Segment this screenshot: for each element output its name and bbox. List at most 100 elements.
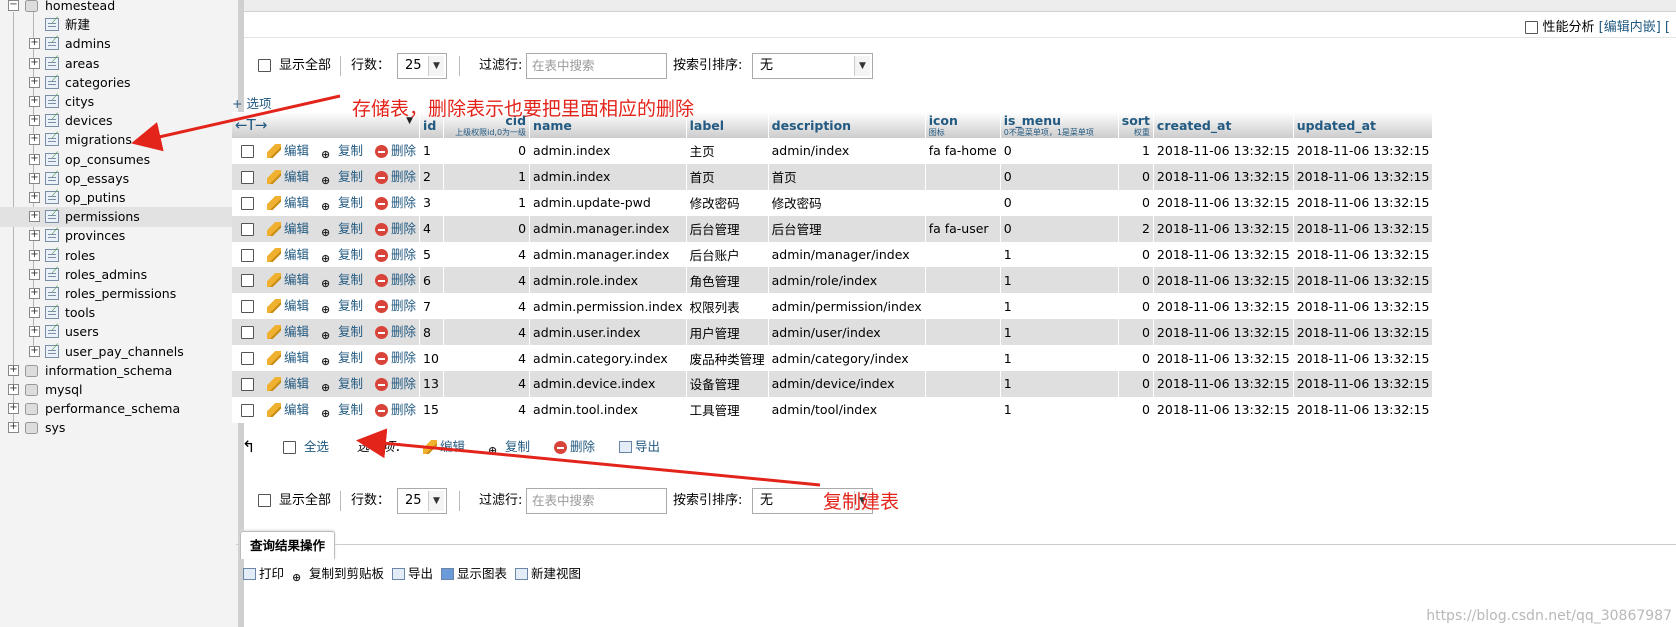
tree-item-categories[interactable]: + ⟋ categories (0, 73, 236, 93)
cell-created-at[interactable]: 2018-11-06 13:32:15 (1153, 371, 1294, 397)
cell-sort[interactable]: 1 (1118, 138, 1154, 164)
expand-icon[interactable]: + (29, 153, 40, 165)
cell-label[interactable]: 废品种类管理 (686, 345, 769, 372)
tree-item-roles-permissions[interactable]: + ⟋ roles_permissions (0, 284, 236, 304)
options-link[interactable]: + 选项 (232, 93, 271, 112)
row-checkbox[interactable] (241, 144, 254, 158)
tree-item-provinces[interactable]: + ⟋ provinces (0, 226, 236, 246)
cell-updated-at[interactable]: 2018-11-06 13:32:15 (1293, 267, 1434, 294)
delete-button[interactable]: 删除 (375, 376, 416, 391)
tree-item-areas[interactable]: + ⟋ areas (0, 54, 236, 74)
cell-name[interactable]: admin.tool.index (529, 396, 687, 423)
cell-icon[interactable] (925, 267, 1001, 294)
cell-name[interactable]: admin.role.index (529, 267, 687, 294)
cell-icon[interactable] (925, 189, 1001, 216)
cell-sort[interactable]: 2 (1118, 215, 1154, 242)
cell-cid[interactable]: 4 (443, 371, 531, 397)
filter-rows-input[interactable]: 在表中搜索 (526, 53, 667, 79)
print-button[interactable]: 打印 (243, 566, 284, 581)
profiling-checkbox[interactable] (1525, 21, 1539, 34)
delete-button[interactable]: 删除 (375, 324, 416, 340)
cell-label[interactable]: 角色管理 (686, 267, 769, 294)
cell-updated-at[interactable]: 2018-11-06 13:32:15 (1293, 138, 1434, 164)
cell-sort[interactable]: 0 (1118, 293, 1154, 320)
cell-sort[interactable]: 0 (1118, 396, 1154, 423)
cell-icon[interactable] (925, 293, 1001, 320)
copy-to-clipboard-button[interactable]: ⊕ 复制到剪贴板 (292, 566, 384, 584)
expand-icon[interactable]: + (29, 134, 40, 146)
cell-updated-at[interactable]: 2018-11-06 13:32:15 (1293, 189, 1434, 216)
expand-icon[interactable]: + (8, 422, 19, 434)
expand-icon[interactable]: + (29, 115, 40, 127)
cell-created-at[interactable]: 2018-11-06 13:32:15 (1153, 345, 1294, 372)
row-checkbox[interactable] (241, 248, 254, 262)
bulk-export-button[interactable]: 导出 (619, 437, 660, 457)
edit-button[interactable]: 编辑 (267, 247, 309, 262)
cell-icon[interactable] (925, 319, 1001, 346)
tree-item-sys[interactable]: + sys (0, 418, 236, 438)
column-header-description[interactable]: description (768, 112, 926, 138)
bulk-edit-button[interactable]: 编辑 (423, 437, 465, 457)
cell-id[interactable]: 6 (419, 267, 445, 294)
tree-item-mysql[interactable]: + mysql (0, 380, 236, 400)
column-header-sort[interactable]: sort 权重 (1118, 112, 1154, 138)
cell-cid[interactable]: 4 (443, 241, 531, 268)
row-checkbox[interactable] (241, 326, 254, 340)
cell-id[interactable]: 4 (419, 215, 445, 242)
tree-item-new[interactable]: ⟋ 新建 (0, 15, 236, 35)
cell-label[interactable]: 用户管理 (686, 319, 769, 346)
cell-updated-at[interactable]: 2018-11-06 13:32:15 (1293, 163, 1434, 190)
cell-updated-at[interactable]: 2018-11-06 13:32:15 (1293, 319, 1434, 346)
cell-updated-at[interactable]: 2018-11-06 13:32:15 (1293, 293, 1434, 320)
cell-label[interactable]: 设备管理 (686, 371, 769, 397)
cell-description[interactable]: 首页 (768, 163, 926, 190)
cell-icon[interactable] (925, 241, 1001, 268)
cell-is-menu[interactable]: 1 (1000, 371, 1119, 397)
edit-button[interactable]: 编辑 (267, 195, 309, 210)
column-header-updated-at[interactable]: updated_at (1293, 112, 1434, 138)
cell-description[interactable]: admin/category/index (768, 345, 926, 372)
cell-description[interactable]: admin/tool/index (768, 396, 926, 423)
check-all-checkbox[interactable] (283, 441, 296, 454)
cell-name[interactable]: admin.permission.index (529, 293, 687, 320)
cell-created-at[interactable]: 2018-11-06 13:32:15 (1153, 163, 1294, 190)
delete-button[interactable]: 删除 (375, 298, 416, 314)
copy-button[interactable]: ⊕ 复制 (321, 402, 363, 420)
cell-sort[interactable]: 0 (1118, 189, 1154, 216)
cell-is-menu[interactable]: 0 (1000, 138, 1119, 164)
edit-button[interactable]: 编辑 (267, 272, 309, 288)
expand-icon[interactable]: + (29, 230, 40, 242)
expand-icon[interactable]: + (29, 172, 40, 184)
row-checkbox[interactable] (241, 170, 254, 184)
cell-label[interactable]: 后台管理 (686, 215, 769, 242)
cell-cid[interactable]: 4 (443, 345, 531, 372)
more-links[interactable]: [ (1665, 20, 1670, 35)
tree-item-tools[interactable]: + ⟋ tools (0, 303, 236, 323)
row-checkbox[interactable] (241, 196, 254, 210)
expand-icon[interactable]: + (29, 288, 40, 299)
cell-id[interactable]: 15 (419, 396, 445, 423)
collapse-icon[interactable]: − (8, 0, 19, 11)
display-chart-button[interactable]: 显示图表 (441, 566, 507, 581)
show-all-checkbox[interactable] (258, 494, 271, 507)
cell-is-menu[interactable]: 1 (1000, 293, 1119, 320)
copy-button[interactable]: ⊕ 复制 (321, 221, 363, 239)
edit-button[interactable]: 编辑 (267, 324, 309, 340)
cell-sort[interactable]: 0 (1118, 163, 1154, 190)
cell-description[interactable]: 后台管理 (768, 215, 926, 242)
cell-id[interactable]: 2 (419, 163, 445, 190)
cell-id[interactable]: 10 (419, 345, 445, 372)
row-checkbox[interactable] (241, 300, 254, 314)
cell-updated-at[interactable]: 2018-11-06 13:32:15 (1293, 396, 1434, 423)
expand-icon[interactable]: + (8, 364, 19, 376)
cell-created-at[interactable]: 2018-11-06 13:32:15 (1153, 267, 1294, 294)
cell-label[interactable]: 工具管理 (686, 396, 769, 423)
cell-name[interactable]: admin.device.index (529, 371, 687, 397)
cell-name[interactable]: admin.index (529, 138, 687, 164)
tree-item-information-schema[interactable]: + information_schema (0, 361, 236, 381)
edit-button[interactable]: 编辑 (267, 376, 309, 391)
cell-name[interactable]: admin.manager.index (529, 241, 687, 268)
edit-inline-link[interactable]: [编辑内嵌] (1599, 20, 1661, 35)
expand-icon[interactable]: + (8, 403, 19, 415)
cell-icon[interactable] (925, 371, 1001, 397)
